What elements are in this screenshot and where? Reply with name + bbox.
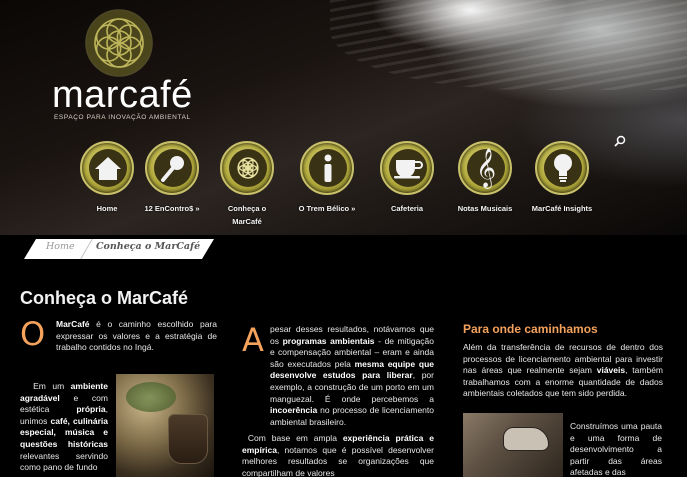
nav-label: Cafeteria [390, 204, 424, 213]
nav-circle [145, 141, 199, 195]
nav-item-trem-belico[interactable]: O Trem Bélico » [284, 141, 364, 231]
nav-label: Notas Musicais [457, 204, 513, 213]
nav-circle [535, 141, 589, 195]
brand-name: marcafé [52, 74, 193, 116]
treble-clef-icon: 𝄞 [467, 149, 505, 187]
breadcrumb: Home Conheça o MarCafé [24, 239, 214, 259]
main-navigation: Home 12 EnContro$ » Conheça o MarCafé O … [64, 141, 624, 231]
coffee-photo [116, 374, 214, 477]
nav-item-notas-musicais[interactable]: 𝄞 Notas Musicais [442, 141, 522, 231]
nav-item-marcafe-insights[interactable]: MarCafé Insights [519, 141, 599, 231]
flower-of-life-logo-icon [85, 9, 153, 77]
breadcrumb-home-link[interactable]: Home [46, 241, 75, 252]
breadcrumb-separator [80, 239, 93, 259]
info-icon [309, 149, 347, 187]
nav-item-conheca[interactable]: Conheça o MarCafé [204, 141, 284, 231]
intro-paragraph: MarCafé é o caminho escolhido para expre… [56, 319, 217, 353]
house-icon [89, 149, 127, 187]
plant-shape [126, 382, 176, 412]
body-paragraph: Além da transferência de recursos de den… [463, 342, 663, 399]
nav-circle [380, 141, 434, 195]
section-heading: Para onde caminhamos [463, 322, 598, 336]
microphone-icon [154, 149, 192, 187]
brand-tagline: ESPAÇO PARA INOVAÇÃO AMBIENTAL [54, 114, 191, 121]
body-paragraph: pesar desses resultados, notávamos que o… [270, 324, 435, 427]
nav-label: O Trem Bélico » [298, 204, 356, 213]
nav-circle: 𝄞 [458, 141, 512, 195]
nav-label: 12 EnContro$ » [144, 204, 200, 213]
nav-circle [80, 141, 134, 195]
coffee-cup-icon [389, 149, 427, 187]
body-paragraph: Em um ambiente agradável e com estética … [20, 381, 108, 473]
nav-label: MarCafé Insights [531, 204, 593, 213]
site-logo[interactable]: marcafé ESPAÇO PARA INOVAÇÃO AMBIENTAL [40, 6, 200, 121]
nav-label: Conheça o MarCafé [227, 204, 267, 226]
breadcrumb-current: Conheça o MarCafé [96, 241, 201, 252]
cup-shape [168, 414, 208, 464]
sneaker-photo [463, 413, 563, 477]
nav-circle [300, 141, 354, 195]
lightbulb-icon [544, 149, 582, 187]
dropcap: O [20, 315, 46, 353]
nav-item-encontros[interactable]: 12 EnContro$ » [129, 141, 209, 231]
nav-circle [220, 141, 274, 195]
dropcap: A [242, 321, 264, 359]
nav-item-cafeteria[interactable]: Cafeteria [364, 141, 444, 231]
body-paragraph: Com base em ampla experiência prática e … [242, 433, 434, 477]
flower-of-life-icon [229, 149, 267, 187]
page-title: Conheça o MarCafé [20, 288, 189, 308]
shoe-shape [503, 427, 549, 451]
body-paragraph: Construímos uma pauta e uma forma de des… [570, 421, 662, 477]
